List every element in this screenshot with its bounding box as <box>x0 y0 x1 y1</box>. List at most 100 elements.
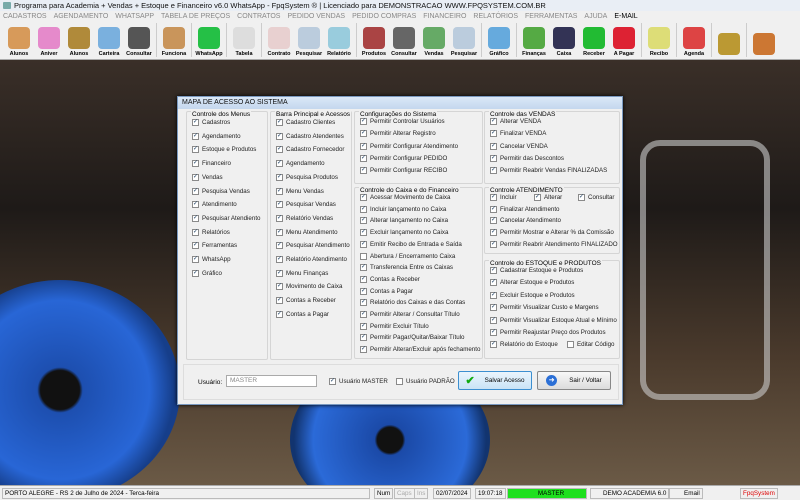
permission-checkbox[interactable]: Permitir Excluir Título <box>360 322 429 330</box>
permission-checkbox[interactable]: Vendas <box>192 173 223 181</box>
toolbar-button-relat-rio[interactable]: Relatório <box>324 23 354 59</box>
permission-checkbox[interactable]: Finalizar Atendimento <box>490 205 560 213</box>
permission-checkbox[interactable]: Incluir lançamento no Caixa <box>360 205 446 213</box>
menu-item-whatsapp[interactable]: WHATSAPP <box>115 11 154 22</box>
permission-checkbox[interactable]: Permitir Visualizar Custo e Margens <box>490 304 599 312</box>
toolbar-button-tabela[interactable]: Tabela <box>229 23 259 59</box>
menu-item-pedido-compras[interactable]: PEDIDO COMPRAS <box>352 11 416 22</box>
permission-checkbox[interactable]: Cadastro Clientes <box>276 119 335 126</box>
permission-checkbox[interactable]: Permitir Configurar PEDIDO <box>360 154 447 162</box>
permission-checkbox[interactable]: Contas a Receber <box>276 297 336 305</box>
toolbar-button-a-pagar[interactable]: A Pagar <box>609 23 639 59</box>
master-user-checkbox[interactable]: Usuário MASTER <box>329 378 388 385</box>
permission-checkbox[interactable]: Menu Finanças <box>276 269 328 277</box>
permission-checkbox[interactable]: Cancelar VENDA <box>490 142 548 150</box>
permission-checkbox[interactable]: Relatório Atendimento <box>276 256 347 263</box>
permission-checkbox[interactable]: Permitir Alterar Registro <box>360 130 436 138</box>
permission-checkbox[interactable]: Movimento de Caixa <box>276 283 342 291</box>
permission-checkbox[interactable]: Editar Código <box>567 341 615 349</box>
permission-checkbox[interactable]: Estoque e Produtos <box>192 146 256 154</box>
permission-checkbox[interactable]: Relatórios <box>192 228 230 236</box>
permission-checkbox[interactable]: Alterar <box>534 194 562 201</box>
toolbar-button-finan-as[interactable]: Finanças <box>519 23 549 59</box>
permission-checkbox[interactable]: Abertura / Encerramento Caixa <box>360 252 455 260</box>
permission-checkbox[interactable]: Emitir Recibo de Entrada e Saída <box>360 240 462 248</box>
permission-checkbox[interactable]: Menu Vendas <box>276 187 324 195</box>
toolbar-button-gr-fico[interactable]: Gráfico <box>484 23 514 59</box>
toolbar-button-caixa[interactable]: Caixa <box>549 23 579 59</box>
toolbar-button-consultar[interactable]: Consultar <box>389 23 419 59</box>
permission-checkbox[interactable]: Pesquisa Produtos <box>276 173 338 181</box>
permission-checkbox[interactable]: Permitir Alterar/Excluir após fechamento <box>360 346 480 354</box>
menu-item-relat-rios[interactable]: RELATÓRIOS <box>473 11 518 22</box>
menu-item-contratos[interactable]: CONTRATOS <box>237 11 280 22</box>
permission-checkbox[interactable]: Atendimento <box>192 201 237 209</box>
permission-checkbox[interactable]: Contas a Pagar <box>360 287 413 295</box>
permission-checkbox[interactable]: Cancelar Atendimento <box>490 217 561 225</box>
permission-checkbox[interactable]: Cadastro Atendentes <box>276 132 344 140</box>
menu-item-ferramentas[interactable]: FERRAMENTAS <box>525 11 577 22</box>
permission-checkbox[interactable]: Permitir Configurar RECIBO <box>360 167 447 175</box>
toolbar-button-icon[interactable] <box>749 23 779 59</box>
permission-checkbox[interactable]: Acessar Movimento de Caixa <box>360 194 450 201</box>
permission-checkbox[interactable]: Permitir Reabrir Atendimento FINALIZADO <box>490 240 618 248</box>
permission-checkbox[interactable]: Excluir Estoque e Produtos <box>490 291 575 299</box>
exit-button[interactable]: ➜ Sair / Voltar <box>537 371 611 390</box>
menu-item-agendamento[interactable]: AGENDAMENTO <box>54 11 109 22</box>
toolbar-button-funciona[interactable]: Funciona <box>159 23 189 59</box>
menu-item-e-mail[interactable]: E-MAIL <box>614 11 637 22</box>
permission-checkbox[interactable]: Alterar Estoque e Produtos <box>490 279 574 287</box>
toolbar-button-pesquisar[interactable]: Pesquisar <box>294 23 324 59</box>
permission-checkbox[interactable]: Gráfico <box>192 269 222 277</box>
toolbar-button-receber[interactable]: Receber <box>579 23 609 59</box>
user-input[interactable]: MASTER <box>226 375 317 387</box>
permission-checkbox[interactable]: Transferencia Entre os Caixas <box>360 264 453 272</box>
email-button[interactable]: Email <box>669 488 703 499</box>
permission-checkbox[interactable]: Pesquisar Vendas <box>276 201 336 209</box>
permission-checkbox[interactable]: Pesquisar Atendimento <box>276 242 350 250</box>
permission-checkbox[interactable]: Agendamento <box>276 160 325 168</box>
permission-checkbox[interactable]: Cadastro Fornecedor <box>276 146 344 154</box>
permission-checkbox[interactable]: Excluir lançamento no Caixa <box>360 229 448 237</box>
permission-checkbox[interactable]: Relatório dos Caixas e das Contas <box>360 299 465 307</box>
permission-checkbox[interactable]: Alterar VENDA <box>490 118 541 125</box>
toolbar-button-contrato[interactable]: Contrato <box>264 23 294 59</box>
permission-checkbox[interactable]: Pesquisar Atendiento <box>192 214 260 222</box>
toolbar-button-whatsapp[interactable]: WhatsApp <box>194 23 224 59</box>
permission-checkbox[interactable]: Financeiro <box>192 160 231 168</box>
permission-checkbox[interactable]: Permitir das Descontos <box>490 154 564 162</box>
menu-item-ajuda[interactable]: AJUDA <box>584 11 607 22</box>
permission-checkbox[interactable]: Agendamento <box>192 132 241 140</box>
permission-checkbox[interactable]: Cadastros <box>192 119 230 126</box>
toolbar-button-produtos[interactable]: Produtos <box>359 23 389 59</box>
toolbar-button-aniver[interactable]: Aniver <box>34 23 64 59</box>
permission-checkbox[interactable]: WhatsApp <box>192 256 231 263</box>
permission-checkbox[interactable]: Contas a Pagar <box>276 310 329 318</box>
menu-item-tabela-de-pre-os[interactable]: TABELA DE PREÇOS <box>161 11 230 22</box>
toolbar-button-vendas[interactable]: Vendas <box>419 23 449 59</box>
permission-checkbox[interactable]: Incluir <box>490 194 517 201</box>
default-user-checkbox[interactable]: Usuário PADRÃO <box>396 378 455 385</box>
toolbar-button-consultar[interactable]: Consultar <box>124 23 154 59</box>
permission-checkbox[interactable]: Permitir Visualizar Estoque Atual e Míni… <box>490 316 617 324</box>
save-access-button[interactable]: ✔ Salvar Acesso <box>458 371 532 390</box>
permission-checkbox[interactable]: Ferramentas <box>192 242 237 250</box>
permission-checkbox[interactable]: Permitir Pagar/Quitar/Baixar Título <box>360 334 464 342</box>
permission-checkbox[interactable]: Cadastrar Estoque e Produtos <box>490 267 583 274</box>
permission-checkbox[interactable]: Permitir Controlar Usuários <box>360 118 445 125</box>
menu-item-financeiro[interactable]: FINANCEIRO <box>423 11 466 22</box>
toolbar-button-alunos[interactable]: Alunos <box>4 23 34 59</box>
permission-checkbox[interactable]: Permitir Mostrar e Alterar % da Comissão <box>490 229 614 237</box>
toolbar-button-icon[interactable] <box>714 23 744 59</box>
permission-checkbox[interactable]: Permitir Configurar Atendimento <box>360 142 458 150</box>
toolbar-button-agenda[interactable]: Agenda <box>679 23 709 59</box>
menu-item-pedido-vendas[interactable]: PEDIDO VENDAS <box>287 11 345 22</box>
permission-checkbox[interactable]: Consultar <box>578 194 614 201</box>
toolbar-button-recibo[interactable]: Recibo <box>644 23 674 59</box>
permission-checkbox[interactable]: Permitir Alterar / Consultar Título <box>360 311 460 318</box>
permission-checkbox[interactable]: Alterar lançamento no Caixa <box>360 217 448 225</box>
permission-checkbox[interactable]: Pesquisa Vendas <box>192 187 250 195</box>
permission-checkbox[interactable]: Finalizar VENDA <box>490 130 546 138</box>
permission-checkbox[interactable]: Relatório Vendas <box>276 214 333 222</box>
permission-checkbox[interactable]: Relatório do Estoque <box>490 341 558 349</box>
